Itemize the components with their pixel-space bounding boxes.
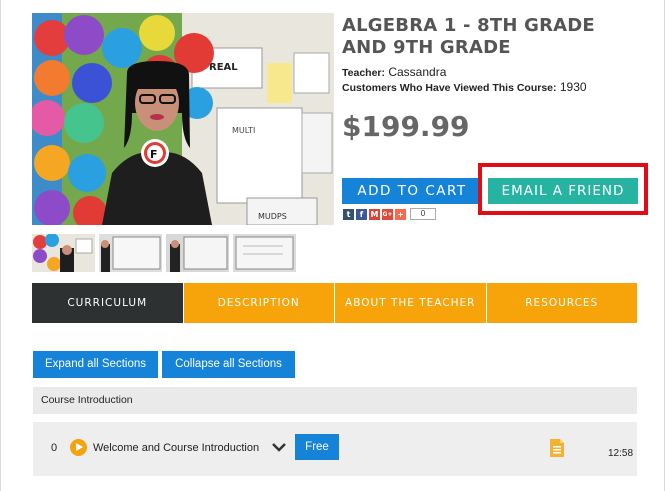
thumbnail-4[interactable]	[233, 234, 296, 272]
addthis-icon[interactable]: +	[395, 208, 406, 220]
thumbnail-1[interactable]	[32, 234, 95, 272]
email-a-friend-button[interactable]: EMAIL A FRIEND	[488, 178, 638, 204]
lesson-duration: 12:58	[608, 448, 634, 459]
collapse-all-sections-button[interactable]: Collapse all Sections	[162, 351, 295, 378]
views-count: 1930	[559, 80, 587, 94]
section-header[interactable]: Course Introduction	[33, 387, 637, 414]
course-title: ALGEBRA 1 - 8TH GRADE AND 9TH GRADE	[342, 15, 595, 58]
add-to-cart-button[interactable]: ADD TO CART	[342, 178, 482, 204]
thumbnail-strip	[32, 234, 296, 272]
teacher-info: Teacher: Cassandra	[342, 65, 446, 79]
expand-all-sections-button[interactable]: Expand all Sections	[33, 351, 158, 378]
lesson-title[interactable]: Welcome and Course Introduction	[93, 442, 259, 454]
course-video-thumbnail[interactable]: REAL MULTI MUDPS F	[32, 13, 334, 225]
facebook-icon[interactable]: f	[356, 208, 367, 220]
googleplus-icon[interactable]: G+	[382, 208, 393, 220]
teacher-name: Cassandra	[388, 65, 447, 79]
tab-resources[interactable]: RESOURCES	[486, 283, 637, 323]
svg-text:F: F	[150, 148, 158, 161]
play-icon[interactable]	[70, 439, 87, 456]
tab-description[interactable]: DESCRIPTION	[183, 283, 334, 323]
tumblr-icon[interactable]: t	[343, 208, 354, 220]
share-count: 0	[410, 208, 436, 220]
views-info: Customers Who Have Viewed This Course: 1…	[342, 80, 587, 94]
sign-text: MULTI	[232, 126, 255, 135]
document-icon[interactable]	[549, 438, 565, 463]
views-label: Customers Who Have Viewed This Course:	[342, 82, 557, 94]
share-bar: t f M G+ + 0	[343, 208, 436, 220]
sign-text: REAL	[209, 62, 238, 73]
tab-curriculum[interactable]: CURRICULUM	[32, 283, 183, 323]
course-tabs: CURRICULUM DESCRIPTION ABOUT THE TEACHER…	[32, 283, 637, 323]
sign-text: MUDPS	[258, 212, 287, 221]
gmail-icon[interactable]: M	[369, 208, 380, 220]
thumbnail-3[interactable]	[166, 234, 229, 272]
thumbnail-2[interactable]	[99, 234, 162, 272]
free-badge-button[interactable]: Free	[295, 434, 339, 460]
tab-about-the-teacher[interactable]: ABOUT THE TEACHER	[335, 283, 486, 323]
lesson-row: 0 Welcome and Course Introduction Free 1…	[33, 422, 637, 476]
course-price: $199.99	[342, 110, 470, 143]
chevron-down-icon[interactable]	[271, 440, 287, 458]
lesson-number: 0	[51, 442, 58, 454]
teacher-label: Teacher:	[342, 67, 385, 79]
